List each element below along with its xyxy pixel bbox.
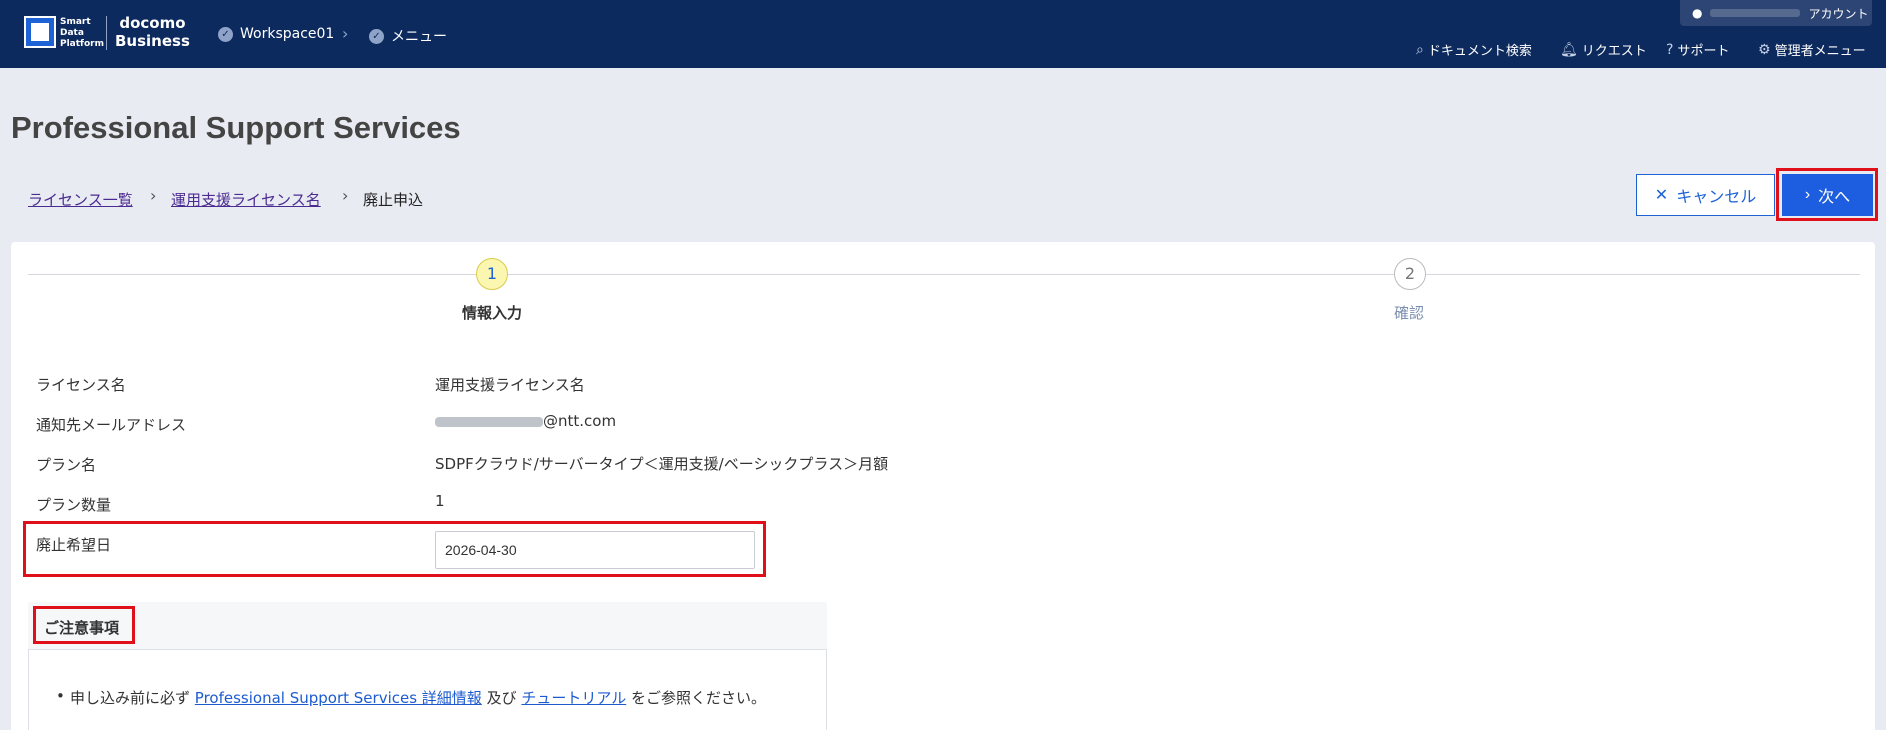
breadcrumb-license-list[interactable]: ライセンス一覧	[28, 189, 133, 210]
doc-search-link[interactable]: ⌕ ドキュメント検索	[1416, 40, 1532, 60]
breadcrumb-license-name[interactable]: 運用支援ライセンス名	[171, 189, 321, 210]
step-2-circle: 2	[1394, 258, 1426, 290]
pss-detail-link[interactable]: Professional Support Services 詳細情報	[195, 689, 482, 707]
sdp-logo-icon[interactable]	[24, 16, 56, 48]
step-2-label: 確認	[1394, 304, 1425, 322]
step-1-circle: 1	[476, 258, 508, 290]
bell-icon: 🔔︎	[1560, 41, 1578, 58]
stepper-line	[28, 274, 1860, 275]
search-icon: ⌕	[1416, 41, 1424, 58]
account-name-redacted	[1710, 9, 1801, 17]
tutorial-link[interactable]: チュートリアル	[521, 689, 626, 707]
email-label: 通知先メールアドレス	[36, 416, 187, 434]
chevron-right-icon: ›	[342, 186, 349, 205]
highlight-date-row	[23, 521, 766, 577]
email-local-redacted	[435, 416, 543, 427]
chevron-right-icon: ›	[342, 24, 349, 43]
chevron-down-icon: ✓	[218, 26, 233, 42]
menu-selector[interactable]: ✓ メニュー	[369, 26, 447, 46]
user-icon: ●	[1692, 6, 1703, 20]
docomo-business-logo[interactable]: docomo Business	[115, 14, 190, 50]
plan-name-value: SDPFクラウド/サーバータイプ＜運用支援/ベーシックプラス＞月額	[435, 455, 889, 473]
plan-qty-label: プラン数量	[36, 496, 112, 514]
license-name-label: ライセンス名	[36, 376, 126, 394]
account-menu[interactable]: ● アカウント	[1680, 0, 1872, 26]
chevron-right-icon: ›	[150, 186, 157, 205]
cancel-button[interactable]: ✕ キャンセル	[1636, 174, 1775, 216]
sdp-logo-text[interactable]: Smart Data Platform	[60, 17, 104, 50]
chevron-down-icon: ✓	[369, 28, 384, 44]
logo-divider	[106, 16, 107, 50]
notice-item: 申し込み前に必ず Professional Support Services 詳…	[56, 687, 766, 708]
top-header: Smart Data Platform docomo Business ✓ Wo…	[0, 0, 1886, 68]
help-icon: ?	[1666, 41, 1674, 58]
breadcrumb-current: 廃止申込	[363, 191, 424, 209]
step-1-label: 情報入力	[462, 304, 523, 322]
email-value: @ntt.com	[435, 412, 616, 430]
close-icon: ✕	[1654, 187, 1669, 204]
workspace-selector[interactable]: ✓ Workspace01	[218, 26, 334, 42]
notice-header	[28, 602, 827, 650]
license-name-value: 運用支援ライセンス名	[435, 376, 585, 394]
plan-name-label: プラン名	[36, 456, 97, 474]
page-title: Professional Support Services	[11, 110, 461, 145]
support-link[interactable]: ? サポート	[1666, 40, 1729, 60]
plan-qty-value: 1	[435, 492, 445, 510]
highlight-next-button	[1776, 168, 1878, 221]
highlight-notice-title	[33, 606, 135, 644]
admin-menu-link[interactable]: ⚙ 管理者メニュー	[1758, 40, 1866, 60]
gear-icon: ⚙	[1758, 41, 1771, 58]
request-link[interactable]: 🔔︎ リクエスト	[1560, 40, 1647, 60]
